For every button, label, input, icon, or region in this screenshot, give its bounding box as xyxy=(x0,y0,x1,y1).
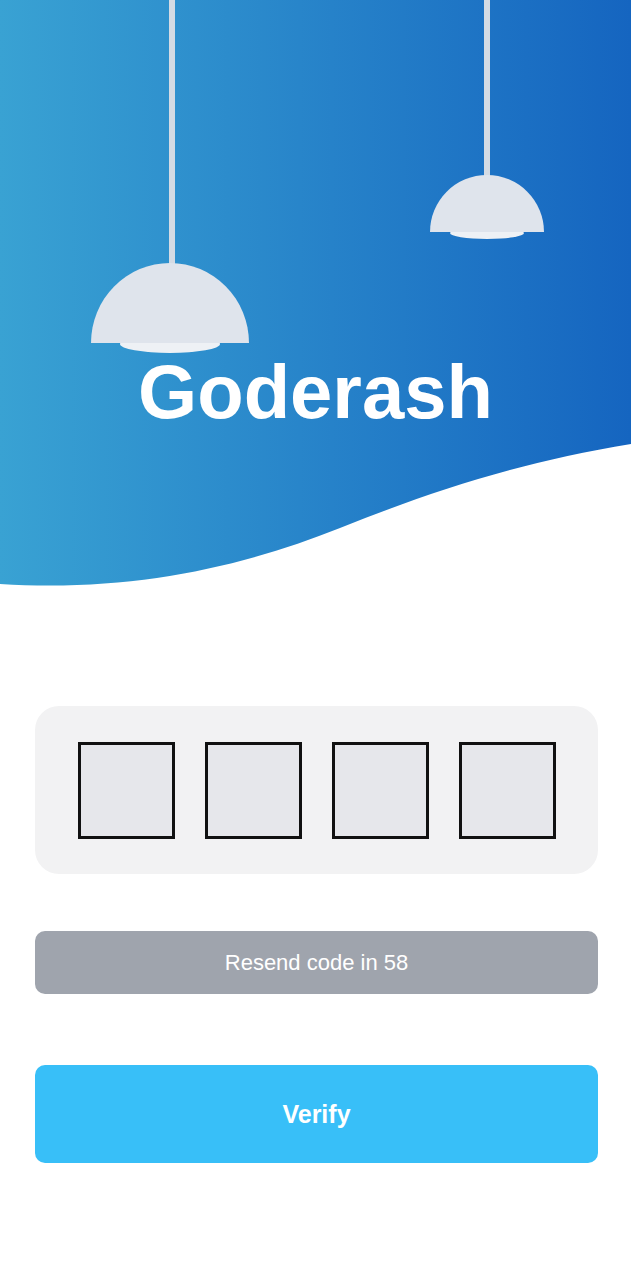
right-lamp-icon xyxy=(430,0,544,239)
code-digit-box[interactable] xyxy=(332,742,429,839)
wave-icon xyxy=(0,0,631,586)
verify-button[interactable]: Verify xyxy=(35,1065,598,1163)
header-background-icon xyxy=(0,0,631,592)
code-digit-box[interactable] xyxy=(459,742,556,839)
code-digit-box[interactable] xyxy=(205,742,302,839)
app-title: Goderash xyxy=(138,346,493,438)
header: Goderash xyxy=(0,0,631,592)
code-input-panel xyxy=(35,706,598,874)
left-lamp-icon xyxy=(91,0,249,353)
resend-code-button[interactable]: Resend code in 58 xyxy=(35,931,598,994)
content: Resend code in 58 Verify xyxy=(0,592,631,1163)
verification-page: Goderash Resend code in 58 Verify xyxy=(0,0,631,1280)
code-digit-box[interactable] xyxy=(78,742,175,839)
